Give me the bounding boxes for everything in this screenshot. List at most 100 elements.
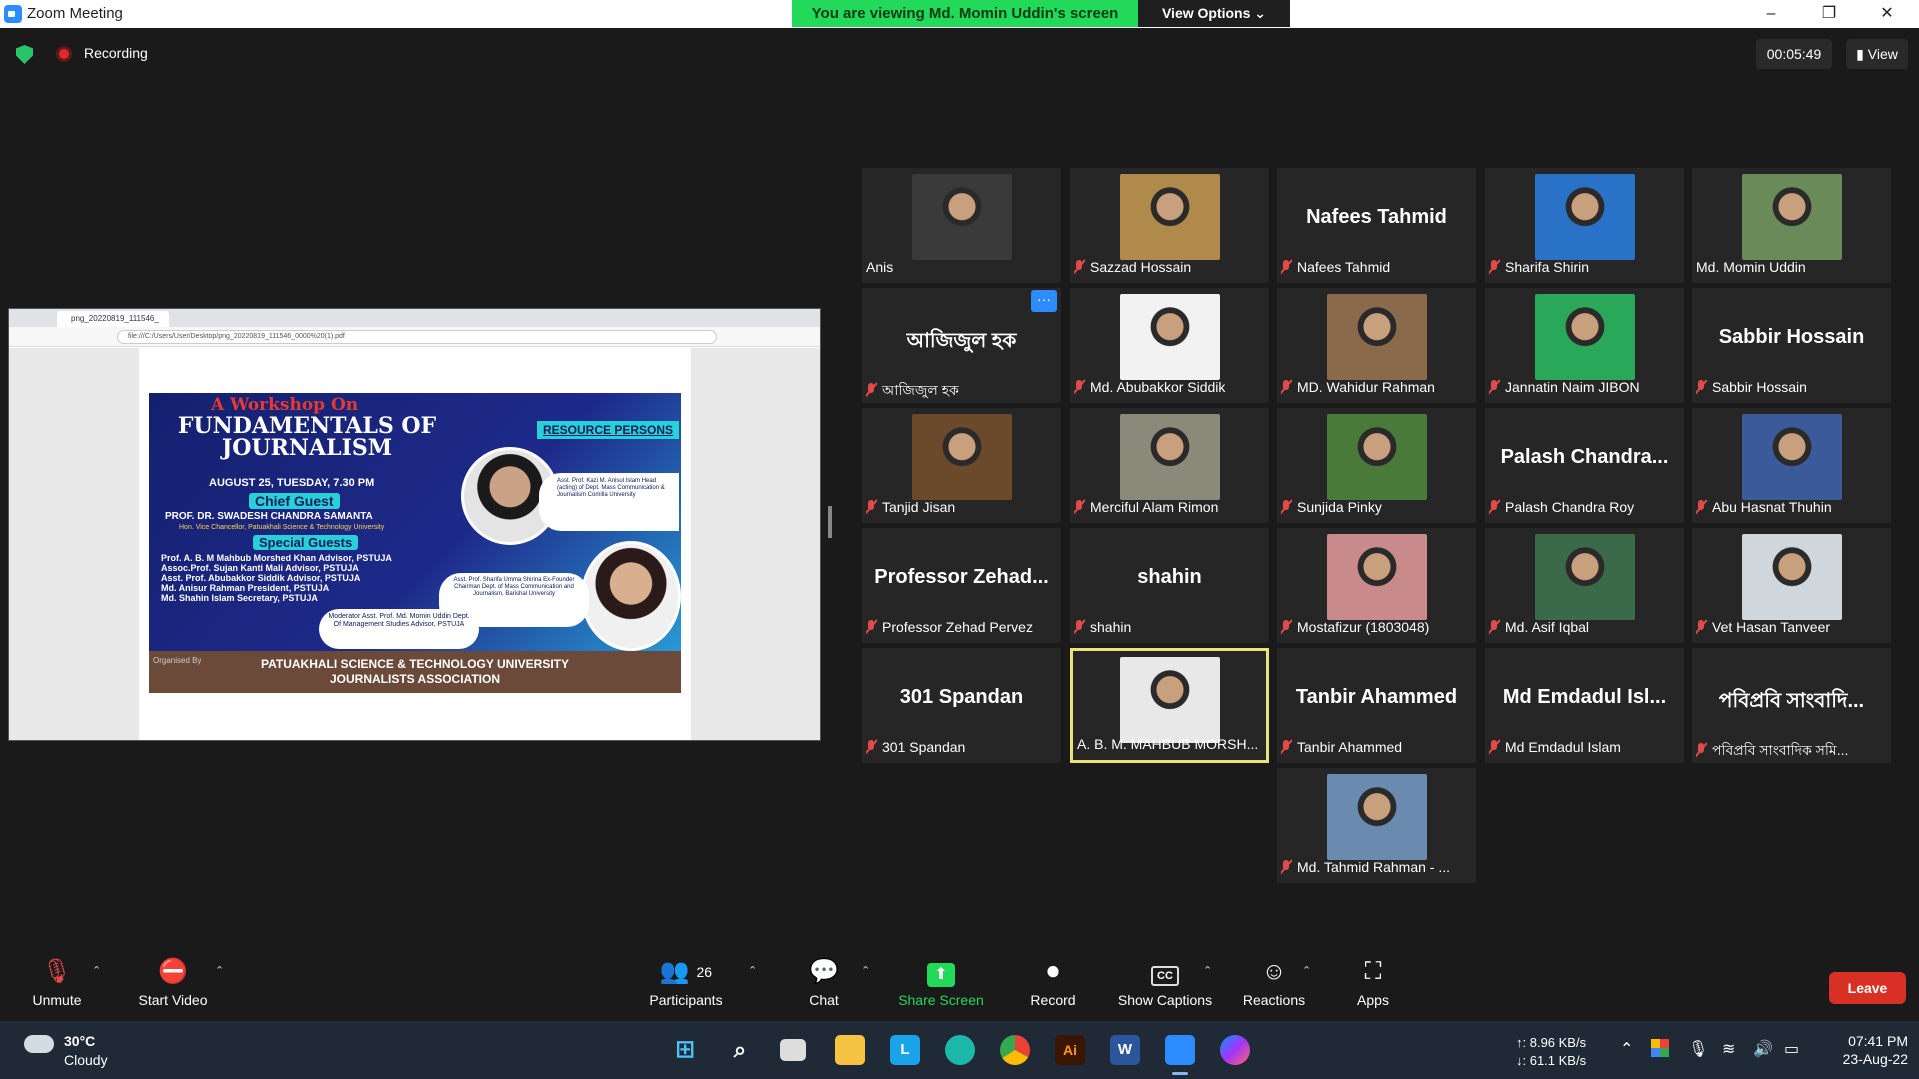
reactions-label: Reactions [1242, 992, 1306, 1008]
participant-tile[interactable]: Mostafizur (1803048) [1277, 528, 1476, 643]
volume-icon[interactable]: 🔊 [1753, 1039, 1773, 1059]
participant-tile[interactable]: Vet Hasan Tanveer [1692, 528, 1891, 643]
weather-description[interactable]: Cloudy [64, 1052, 108, 1068]
participant-tile[interactable]: Jannatin Naim JIBON [1485, 288, 1684, 403]
share-screen-button[interactable]: ⬆ Share Screen [886, 958, 996, 1008]
participant-tile[interactable]: Md. Tahmid Rahman - ... [1277, 768, 1476, 883]
battery-icon[interactable]: ▭ [1784, 1039, 1799, 1059]
participant-tile[interactable]: A. B. M. MAHBUB MORSH... [1070, 648, 1269, 763]
participant-tile[interactable]: Nafees Tahmid Nafees Tahmid [1277, 168, 1476, 283]
participant-tile[interactable]: পবিপ্রবি সাংবাদি... পবিপ্রবি সাংবাদিক সমি… [1692, 648, 1891, 763]
participant-name-label: MD. Wahidur Rahman [1281, 379, 1472, 399]
participant-tile[interactable]: Md. Abubakkor Siddik [1070, 288, 1269, 403]
record-button[interactable]: ⏺ Record [998, 958, 1108, 1008]
participant-tile[interactable]: Abu Hasnat Thuhin [1692, 408, 1891, 523]
participant-tile[interactable]: Sazzad Hossain [1070, 168, 1269, 283]
windows-start-icon[interactable]: ⊞ [670, 1035, 700, 1065]
more-options-icon[interactable]: ··· [1031, 290, 1057, 312]
participants-caret-icon[interactable]: ⌃ [748, 964, 757, 977]
wifi-icon[interactable]: ≋ [1722, 1039, 1735, 1059]
system-clock[interactable]: 07:41 PM 23-Aug-22 [1822, 1032, 1908, 1068]
word-icon[interactable]: W [1110, 1035, 1140, 1065]
browser-tab[interactable]: png_20220819_111546_ [57, 311, 169, 327]
participant-tile[interactable]: MD. Wahidur Rahman [1277, 288, 1476, 403]
participant-display-name: পবিপ্রবি সাংবাদি... [1718, 690, 1865, 712]
leave-button[interactable]: Leave [1829, 972, 1906, 1004]
participant-tile[interactable]: Tanbir Ahammed Tanbir Ahammed [1277, 648, 1476, 763]
share-screen-icon: ⬆ [886, 958, 996, 987]
file-explorer-icon[interactable] [835, 1035, 865, 1065]
poster-heading-small: A Workshop On [211, 395, 359, 415]
view-label: View [1867, 46, 1898, 62]
task-view-icon[interactable] [780, 1039, 806, 1061]
video-options-caret-icon[interactable]: ⌃ [215, 964, 224, 977]
close-icon[interactable]: ✕ [1858, 0, 1916, 28]
participant-tile[interactable]: Tanjid Jisan [862, 408, 1061, 523]
search-icon[interactable]: ⌕ [725, 1035, 755, 1065]
edge-browser-icon[interactable] [945, 1035, 975, 1065]
google-drive-tray-icon[interactable] [1651, 1039, 1669, 1057]
reactions-caret-icon[interactable]: ⌃ [1302, 964, 1311, 977]
participants-button[interactable]: 👥 26 Participants [631, 958, 741, 1008]
apps-button[interactable]: ⛶ Apps [1318, 958, 1428, 1008]
shared-screen[interactable]: png_20220819_111546_ file:///C:/Users/Us… [8, 308, 821, 741]
participant-display-name: Tanbir Ahammed [1295, 686, 1458, 708]
cloud-weather-icon[interactable] [24, 1035, 54, 1053]
participant-name-label: Mostafizur (1803048) [1281, 619, 1472, 639]
participant-name-label: Anis [866, 259, 1057, 279]
recording-label: Recording [84, 45, 148, 61]
participant-name: Md. Tahmid Rahman - ... [1297, 859, 1451, 875]
participant-tile[interactable]: 301 Spandan 301 Spandan [862, 648, 1061, 763]
l-app-icon[interactable]: L [890, 1035, 920, 1065]
participant-tile[interactable]: Anis [862, 168, 1061, 283]
microphone-tray-icon[interactable]: 🎙 [1688, 1039, 1708, 1059]
participant-tile[interactable]: আজিজুল হক ··· আজিজুল হক [862, 288, 1061, 403]
participant-display-name: Nafees Tahmid [1306, 206, 1447, 228]
chat-caret-icon[interactable]: ⌃ [861, 964, 870, 977]
audio-options-caret-icon[interactable]: ⌃ [92, 964, 101, 977]
participant-tile[interactable]: Md. Momin Uddin [1692, 168, 1891, 283]
participant-tile[interactable]: Palash Chandra... Palash Chandra Roy [1485, 408, 1684, 523]
weather-temperature[interactable]: 30°C [64, 1033, 95, 1049]
mic-muted-icon [1489, 620, 1499, 634]
zoom-taskbar-icon[interactable] [1165, 1035, 1195, 1065]
participant-tile[interactable]: Sharifa Shirin [1485, 168, 1684, 283]
participant-name: shahin [1090, 619, 1132, 635]
restore-icon[interactable]: ❐ [1800, 0, 1858, 28]
illustrator-icon[interactable]: Ai [1055, 1035, 1085, 1065]
participant-tile[interactable]: Merciful Alam Rimon [1070, 408, 1269, 523]
windows-taskbar: 30°C Cloudy ⊞ ⌕ L Ai W ↑: 8.96 KB/s ↓: 6… [0, 1021, 1919, 1079]
participant-tile[interactable]: Professor Zehad... Professor Zehad Pervez [862, 528, 1061, 643]
reactions-button[interactable]: ☺ Reactions [1219, 958, 1329, 1008]
show-hidden-icons-chevron-icon[interactable]: ⌃ [1620, 1039, 1633, 1059]
participant-video [1534, 294, 1635, 380]
mic-muted-icon [1281, 380, 1291, 394]
participant-video [911, 414, 1012, 500]
messenger-icon[interactable] [1220, 1035, 1250, 1065]
participant-display-name: 301 Spandan [899, 686, 1024, 708]
mic-muted-icon [1489, 260, 1499, 274]
splitter-handle[interactable] [828, 506, 832, 538]
poster-special-guests-label: Special Guests [253, 535, 359, 550]
browser-url-field[interactable]: file:///C:/Users/User/Desktop/png_202208… [117, 330, 717, 344]
participant-tile[interactable]: Md. Asif Iqbal [1485, 528, 1684, 643]
mic-muted-icon [1281, 740, 1291, 754]
mic-muted-icon [1281, 500, 1291, 514]
start-video-button[interactable]: ⛔ Start Video [118, 958, 228, 1008]
network-speed-meter: ↑: 8.96 KB/s ↓: 61.1 KB/s [1516, 1034, 1586, 1070]
chrome-browser-icon[interactable] [1000, 1035, 1030, 1065]
view-options-button[interactable]: View Options ⌄ [1138, 0, 1290, 27]
captions-caret-icon[interactable]: ⌃ [1203, 964, 1212, 977]
participant-tile[interactable]: Md Emdadul Isl... Md Emdadul Islam [1485, 648, 1684, 763]
view-button[interactable]: ▮ View [1846, 39, 1908, 69]
minimize-icon[interactable]: – [1742, 0, 1800, 28]
security-shield-icon[interactable] [16, 45, 33, 64]
participant-name: Sharifa Shirin [1505, 259, 1590, 275]
poster-guest: Prof. A. B. M Mahbub Morshed Khan Adviso… [161, 553, 392, 563]
participant-tile[interactable]: Sunjida Pinky [1277, 408, 1476, 523]
participant-display-name: আজিজুল হক [906, 330, 1017, 352]
participant-tile[interactable]: shahin shahin [1070, 528, 1269, 643]
participant-video [1119, 657, 1220, 743]
participant-tile[interactable]: Sabbir Hossain Sabbir Hossain [1692, 288, 1891, 403]
mic-muted-icon [866, 620, 876, 634]
